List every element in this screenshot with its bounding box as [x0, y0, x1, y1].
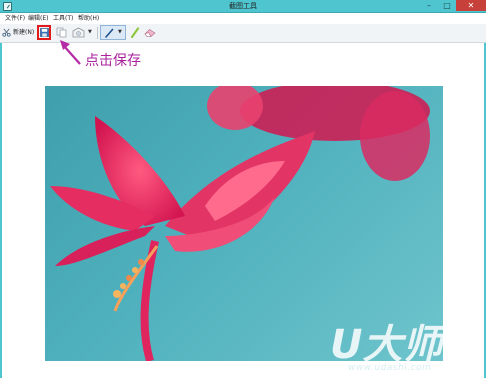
callout-label: 点击保存 — [85, 53, 141, 69]
eraser-icon[interactable] — [144, 28, 156, 37]
pen-button[interactable]: ▼ — [100, 25, 126, 40]
minimize-button[interactable]: – — [420, 0, 438, 11]
menu-bar: 文件(F) 编辑(E) 工具(T) 帮助(H) — [0, 13, 486, 24]
menu-tools[interactable]: 工具(T) — [53, 13, 73, 24]
pen-icon — [105, 28, 114, 38]
new-button[interactable]: 新建(N) — [2, 26, 35, 39]
send-dropdown-icon[interactable]: ▼ — [88, 29, 92, 35]
menu-help[interactable]: 帮助(H) — [78, 13, 99, 24]
title-bar: 截图工具 – □ ✕ — [0, 0, 486, 13]
scissors-icon — [2, 28, 11, 37]
watermark-logo-text: U大师 — [330, 322, 449, 364]
send-icon[interactable] — [72, 27, 85, 38]
new-button-label: 新建(N) — [13, 29, 35, 36]
window-title: 截图工具 — [229, 2, 257, 10]
highlighter-icon[interactable] — [130, 27, 140, 38]
watermark-url: www.udashi.com — [348, 363, 432, 373]
window-left-border — [0, 43, 2, 378]
toolbar-separator — [97, 27, 98, 39]
close-button[interactable]: ✕ — [456, 0, 486, 11]
maximize-button[interactable]: □ — [438, 0, 456, 11]
save-icon — [40, 28, 49, 37]
save-button[interactable] — [37, 25, 51, 40]
copy-icon[interactable] — [56, 27, 67, 38]
udashi-logo-icon: U大师 — [330, 322, 449, 364]
callout-arrow-icon — [60, 40, 81, 65]
menu-edit[interactable]: 编辑(E) — [28, 13, 48, 24]
pen-dropdown-icon[interactable]: ▼ — [118, 29, 122, 35]
menu-file[interactable]: 文件(F) — [5, 13, 25, 24]
